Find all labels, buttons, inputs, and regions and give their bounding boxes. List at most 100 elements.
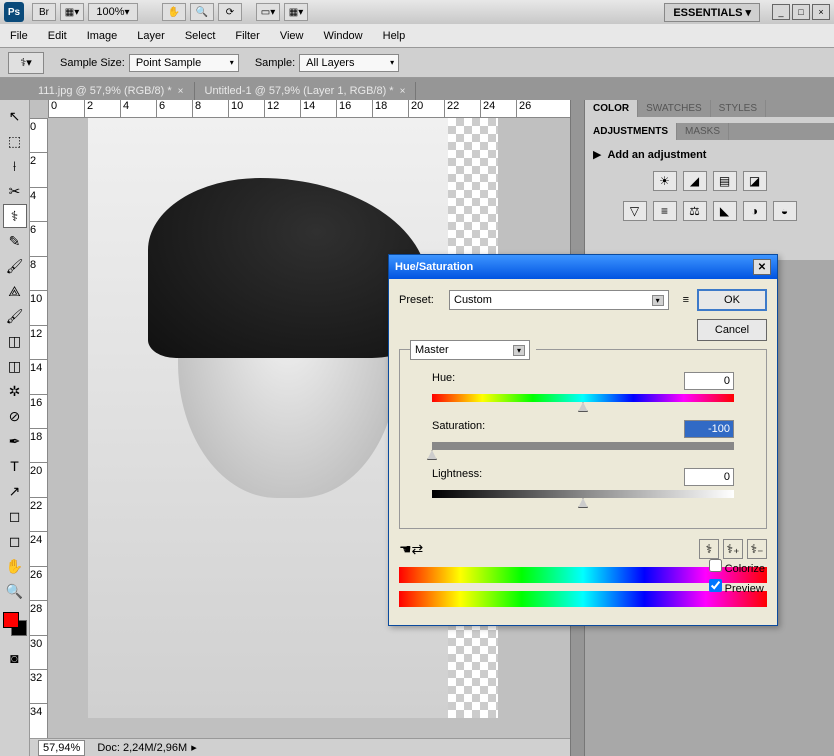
play-icon[interactable]: ▶ — [593, 148, 601, 161]
extras-icon[interactable]: ▦▾ — [284, 3, 308, 21]
tab-styles[interactable]: STYLES — [711, 100, 766, 117]
lightness-input[interactable] — [684, 468, 734, 486]
chevron-right-icon[interactable]: ▸ — [191, 741, 197, 754]
crop-tool[interactable]: ✂ — [3, 179, 27, 203]
close-button[interactable]: × — [812, 4, 830, 20]
zoom-tool[interactable]: 🔍 — [3, 579, 27, 603]
tab-adjustments[interactable]: ADJUSTMENTS — [585, 123, 677, 140]
hue-slider[interactable] — [432, 394, 734, 402]
lightness-slider-thumb[interactable] — [578, 498, 588, 508]
doc-tab-2[interactable]: Untitled-1 @ 57,9% (Layer 1, RGB/8) *× — [195, 82, 417, 100]
color-swatches[interactable] — [3, 612, 27, 636]
clone-tool[interactable]: ⟁ — [3, 279, 27, 303]
shape-tool[interactable]: ◻ — [3, 504, 27, 528]
menu-help[interactable]: Help — [383, 30, 406, 42]
zoom-level[interactable]: 57,94% — [38, 740, 85, 756]
marquee-tool[interactable]: ⬚ — [3, 129, 27, 153]
move-tool[interactable]: ↖ — [3, 104, 27, 128]
history-brush-tool[interactable]: 🖌 — [3, 304, 27, 328]
ruler-vertical[interactable]: 0246810121416182022242628303234 — [30, 118, 48, 738]
menu-image[interactable]: Image — [87, 30, 118, 42]
app-icon[interactable]: Ps — [4, 2, 24, 22]
exposure-icon[interactable]: ◪ — [743, 171, 767, 191]
preset-menu-icon[interactable]: ≡ — [683, 294, 689, 306]
photo-filter-icon[interactable]: ◑ — [743, 201, 767, 221]
close-icon[interactable]: × — [178, 86, 184, 97]
healing-tool[interactable]: ✎ — [3, 229, 27, 253]
hand-tool[interactable]: ✋ — [3, 554, 27, 578]
zoom-dropdown[interactable]: 100% ▾ — [88, 3, 138, 21]
sample-size-label: Sample Size: — [60, 57, 125, 69]
preset-dropdown[interactable]: Custom — [449, 290, 669, 310]
close-icon[interactable]: × — [400, 86, 406, 97]
gradient-tool[interactable]: ◫ — [3, 354, 27, 378]
saturation-input[interactable] — [684, 420, 734, 438]
bw-icon[interactable]: ◣ — [713, 201, 737, 221]
path-tool[interactable]: ↗ — [3, 479, 27, 503]
ruler-horizontal[interactable]: 02468101214161820222426 — [48, 100, 570, 118]
rotate-view-icon[interactable]: ⟳ — [218, 3, 242, 21]
eyedropper-icon[interactable]: ⚕ — [699, 539, 719, 559]
workspace-switcher[interactable]: ESSENTIALS ▾ — [664, 3, 760, 22]
doc-tab-1[interactable]: 111.jpg @ 57,9% (RGB/8) *× — [28, 82, 195, 100]
eyedropper-tool[interactable]: ⚕ — [3, 204, 27, 228]
brightness-icon[interactable]: ☀ — [653, 171, 677, 191]
levels-icon[interactable]: ◢ — [683, 171, 707, 191]
zoom-tool-icon[interactable]: 🔍 — [190, 3, 214, 21]
menu-select[interactable]: Select — [185, 30, 216, 42]
saturation-slider[interactable] — [432, 442, 734, 450]
master-dropdown[interactable]: Master — [410, 340, 530, 360]
tab-color[interactable]: COLOR — [585, 100, 638, 117]
menu-filter[interactable]: Filter — [235, 30, 259, 42]
cancel-button[interactable]: Cancel — [697, 319, 767, 341]
menu-file[interactable]: File — [10, 30, 28, 42]
lasso-tool[interactable]: ⟊ — [3, 154, 27, 178]
type-tool[interactable]: T — [3, 454, 27, 478]
hue-sat-icon[interactable]: ≡ — [653, 201, 677, 221]
pen-tool[interactable]: ✒ — [3, 429, 27, 453]
3d-tool[interactable]: ◻ — [3, 529, 27, 553]
saturation-slider-thumb[interactable] — [427, 450, 437, 460]
eyedropper-subtract-icon[interactable]: ⚕₋ — [747, 539, 767, 559]
menubar: File Edit Image Layer Select Filter View… — [0, 24, 834, 48]
menu-view[interactable]: View — [280, 30, 304, 42]
ok-button[interactable]: OK — [697, 289, 767, 311]
hue-label: Hue: — [432, 372, 455, 390]
hue-input[interactable] — [684, 372, 734, 390]
channel-mixer-icon[interactable]: ◒ — [773, 201, 797, 221]
color-balance-icon[interactable]: ⚖ — [683, 201, 707, 221]
add-adjustment-label: Add an adjustment — [607, 149, 706, 161]
blur-tool[interactable]: ✲ — [3, 379, 27, 403]
tool-preset-eyedropper[interactable]: ⚕▾ — [8, 52, 44, 74]
menu-edit[interactable]: Edit — [48, 30, 67, 42]
dialog-close-button[interactable]: ✕ — [753, 259, 771, 275]
hand-tool-icon[interactable]: ✋ — [162, 3, 186, 21]
menu-layer[interactable]: Layer — [137, 30, 165, 42]
quick-mask-icon[interactable]: ◙ — [3, 646, 27, 670]
lightness-slider[interactable] — [432, 490, 734, 498]
maximize-button[interactable]: □ — [792, 4, 810, 20]
eraser-tool[interactable]: ◫ — [3, 329, 27, 353]
vibrance-icon[interactable]: ▽ — [623, 201, 647, 221]
screen-mode-icon[interactable]: ▭▾ — [256, 3, 280, 21]
sample-dropdown[interactable]: All Layers — [299, 54, 399, 72]
menu-window[interactable]: Window — [324, 30, 363, 42]
targeted-adjustment-icon[interactable]: ☚⇄ — [399, 541, 423, 558]
hue-slider-thumb[interactable] — [578, 402, 588, 412]
dialog-titlebar[interactable]: Hue/Saturation ✕ — [389, 255, 777, 279]
adjustments-panel-tabs: ADJUSTMENTS MASKS — [585, 123, 834, 140]
arrange-icon[interactable]: ▦▾ — [60, 3, 84, 21]
tab-swatches[interactable]: SWATCHES — [638, 100, 711, 117]
minimize-button[interactable]: _ — [772, 4, 790, 20]
bridge-icon[interactable]: Br — [32, 3, 56, 21]
status-bar: 57,94% Doc: 2,24M/2,96M ▸ — [30, 738, 570, 756]
sample-size-dropdown[interactable]: Point Sample — [129, 54, 239, 72]
colorize-checkbox[interactable]: Colorize — [709, 559, 765, 575]
preview-checkbox[interactable]: Preview — [709, 579, 765, 595]
tab-masks[interactable]: MASKS — [677, 123, 729, 140]
dodge-tool[interactable]: ⊘ — [3, 404, 27, 428]
brush-tool[interactable]: 🖌 — [3, 254, 27, 278]
curves-icon[interactable]: ▤ — [713, 171, 737, 191]
foreground-color[interactable] — [3, 612, 19, 628]
eyedropper-add-icon[interactable]: ⚕₊ — [723, 539, 743, 559]
